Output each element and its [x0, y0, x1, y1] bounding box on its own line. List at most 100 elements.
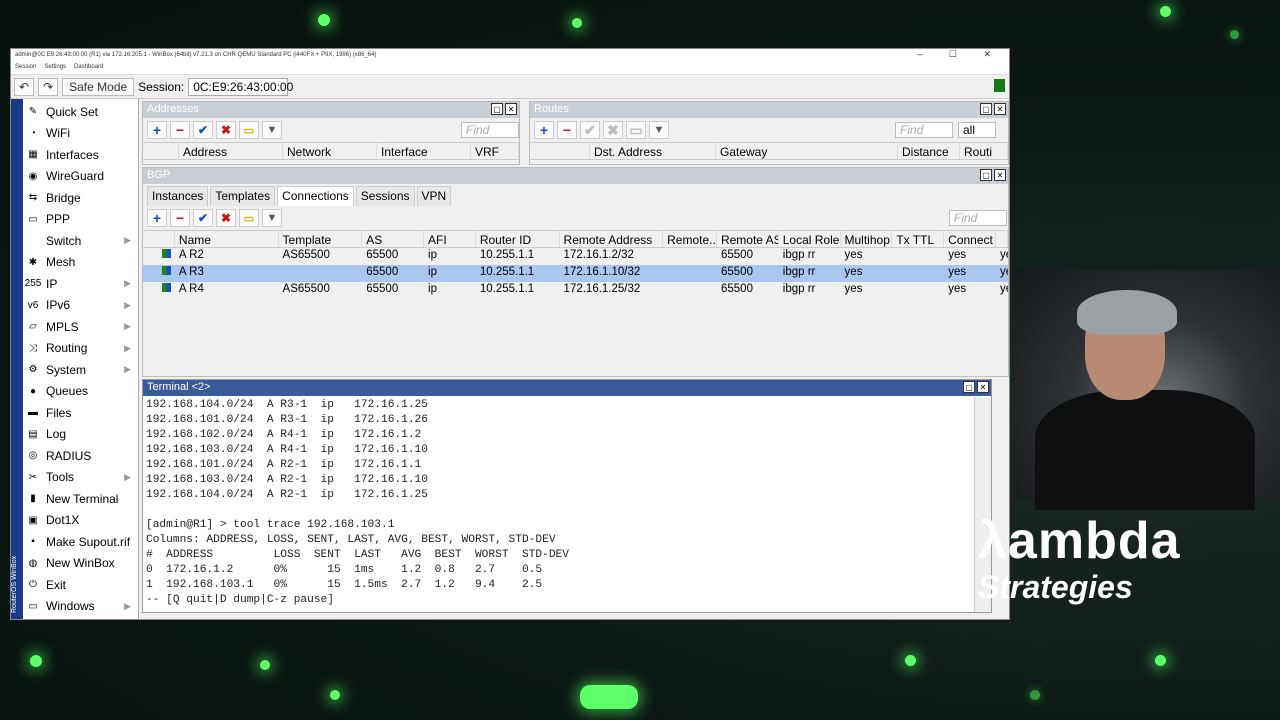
remove-button[interactable]: −: [170, 121, 190, 139]
presenter-body: [1035, 390, 1255, 510]
sidebar-item-label: WireGuard: [46, 169, 105, 183]
menu-session[interactable]: Session: [15, 64, 36, 73]
tab-connections[interactable]: Connections: [277, 186, 354, 206]
filter-button[interactable]: ▼: [262, 121, 282, 139]
column-header[interactable]: Address: [179, 143, 283, 159]
filter-button[interactable]: ▼: [649, 121, 669, 139]
table-row[interactable]: A R3 65500 ip 10.255.1.1 172.16.1.10/32 65500…: [143, 265, 1008, 282]
comment-button[interactable]: ▭: [239, 209, 259, 227]
tab-instances[interactable]: Instances: [147, 186, 209, 206]
maximize-icon[interactable]: ▢: [963, 381, 975, 393]
table-cell: yes: [844, 266, 863, 278]
column-header[interactable]: Connect: [944, 231, 996, 247]
safe-mode-button[interactable]: Safe Mode: [62, 77, 135, 96]
maximize-icon[interactable]: ▢: [980, 169, 992, 181]
disable-button[interactable]: ✖: [603, 121, 623, 139]
terminal-window[interactable]: Terminal <2> ▢ ✕ 192.168.104.0/24 A R3-1 …: [142, 379, 992, 613]
undo-button[interactable]: ↶: [14, 77, 35, 96]
column-header[interactable]: Remote Address: [560, 231, 664, 247]
column-header[interactable]: Local Role: [779, 231, 841, 247]
column-header[interactable]: Remote...: [663, 231, 717, 247]
terminal-output[interactable]: 192.168.104.0/24 A R3-1 ip 172.16.1.25 19…: [146, 398, 973, 610]
close-icon[interactable]: ✕: [994, 169, 1006, 181]
sidebar-item-routing[interactable]: ⤨ Routing ▶: [25, 338, 137, 359]
sidebar-item-windows[interactable]: ▭ Windows ▶: [25, 596, 137, 617]
table-cell: ibgp rr: [782, 266, 816, 278]
add-button[interactable]: +: [147, 121, 167, 139]
close-icon[interactable]: ✕: [505, 103, 517, 115]
add-button[interactable]: +: [534, 121, 554, 139]
disable-button[interactable]: ✖: [216, 121, 236, 139]
column-header[interactable]: Template: [279, 231, 363, 247]
add-button[interactable]: +: [147, 209, 167, 227]
column-header[interactable]: Name: [175, 231, 279, 247]
close-icon[interactable]: ✕: [994, 103, 1006, 115]
sidebar-item-label: Exit: [46, 577, 67, 592]
sidebar-item-files[interactable]: ▬ Files: [25, 402, 137, 423]
sidebar-item-tools[interactable]: ✂ Tools ▶: [25, 467, 137, 488]
enable-button[interactable]: ✔: [193, 209, 213, 227]
sidebar-item-switch[interactable]: Switch ▶: [25, 230, 137, 251]
column-header[interactable]: [996, 231, 1008, 247]
sidebar-item-radius[interactable]: ◎ RADIUS: [25, 445, 137, 466]
table-row[interactable]: A R4 AS65500 65500 ip 10.255.1.1 172.16.1.25/…: [143, 282, 1008, 299]
tab-templates[interactable]: Templates: [210, 186, 276, 206]
sidebar-item-interfaces[interactable]: ▦ Interfaces: [25, 144, 137, 165]
menu-settings[interactable]: Settings: [44, 64, 66, 73]
enable-button[interactable]: ✔: [193, 121, 213, 139]
sidebar-item-ppp[interactable]: ▭ PPP: [25, 209, 137, 230]
tab-sessions[interactable]: Sessions: [355, 186, 415, 206]
column-header[interactable]: Dst. Address: [590, 143, 716, 159]
column-header[interactable]: AFI: [424, 231, 476, 247]
comment-button[interactable]: ▭: [239, 121, 259, 139]
column-header[interactable]: Remote AS: [717, 231, 779, 247]
tab-vpn[interactable]: VPN: [416, 186, 452, 206]
table-row[interactable]: A R2 AS65500 65500 ip 10.255.1.1 172.16.1.2/3…: [143, 248, 1008, 265]
sidebar-item-wireguard[interactable]: ◉ WireGuard: [25, 166, 137, 187]
sidebar-item-new-winbox[interactable]: ◍ New WinBox: [25, 553, 137, 574]
session-field[interactable]: 0C:E9:26:43:00:00: [188, 77, 293, 96]
filter-button[interactable]: ▼: [262, 209, 282, 227]
sidebar-item-make-supout-rif[interactable]: ▪ Make Supout.rif: [25, 531, 137, 552]
terminal-title: Terminal <2>: [147, 381, 211, 393]
sidebar-item-dot1x[interactable]: ▣ Dot1X: [25, 510, 137, 531]
maximize-icon[interactable]: ▢: [491, 103, 503, 115]
sidebar-item-wifi[interactable]: ◔ WiFi: [25, 123, 137, 144]
remove-button[interactable]: −: [557, 121, 577, 139]
column-header[interactable]: Multihop: [841, 231, 893, 247]
sidebar-item-exit[interactable]: ⏻ Exit: [25, 574, 137, 595]
maximize-icon[interactable]: ▢: [980, 103, 992, 115]
column-header[interactable]: Gateway: [716, 143, 898, 159]
column-header[interactable]: Interface: [377, 143, 471, 159]
disable-button[interactable]: ✖: [216, 209, 236, 227]
column-header[interactable]: VRF: [471, 143, 519, 159]
sidebar-item-log[interactable]: ▤ Log: [25, 424, 137, 445]
sidebar-item-quick-set[interactable]: ✎ Quick Set: [25, 101, 137, 122]
sidebar-item-system[interactable]: ⚙ System ▶: [25, 359, 137, 380]
sidebar-item-ipv6[interactable]: v6 IPv6 ▶: [25, 295, 137, 316]
comment-button[interactable]: ▭: [626, 121, 646, 139]
sidebar-item-bridge[interactable]: ⇆ Bridge: [25, 187, 137, 208]
bgp-find-input[interactable]: Find: [949, 210, 1007, 226]
sidebar-item-ip[interactable]: 255 IP ▶: [25, 273, 137, 294]
routes-find-input[interactable]: Find: [895, 122, 953, 138]
menu-dashboard[interactable]: Dashboard: [74, 64, 103, 73]
redo-button[interactable]: ↷: [38, 77, 59, 96]
column-header[interactable]: Routi: [960, 143, 1008, 159]
sidebar-item-new-terminal[interactable]: ▮ New Terminal: [25, 488, 137, 509]
addresses-find-input[interactable]: Find: [461, 122, 519, 138]
table-cell: [663, 265, 717, 282]
column-header[interactable]: Tx TTL: [892, 231, 945, 247]
column-header[interactable]: Router ID: [476, 231, 560, 247]
sidebar-item-mpls[interactable]: ▱ MPLS ▶: [25, 316, 137, 337]
column-header[interactable]: AS: [362, 231, 424, 247]
column-header[interactable]: Network: [283, 143, 377, 159]
enable-button[interactable]: ✔: [580, 121, 600, 139]
sidebar-item-queues[interactable]: ● Queues: [25, 381, 137, 402]
window-controls[interactable]: – ☐ ✕: [917, 49, 1003, 60]
close-icon[interactable]: ✕: [977, 381, 989, 393]
column-header[interactable]: Distance: [898, 143, 960, 159]
routes-filter-select[interactable]: all: [958, 122, 996, 138]
remove-button[interactable]: −: [170, 209, 190, 227]
sidebar-item-mesh[interactable]: ✱ Mesh: [25, 252, 137, 273]
